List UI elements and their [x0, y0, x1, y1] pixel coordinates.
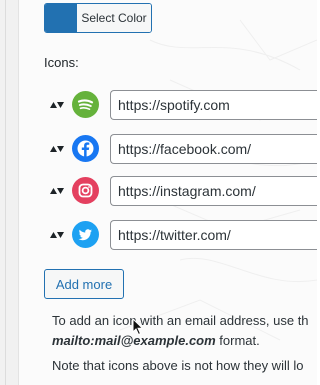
- select-color-label: Select Color: [76, 4, 151, 32]
- icon-row-facebook: [50, 134, 317, 165]
- sort-handle-icon[interactable]: [50, 231, 64, 239]
- facebook-icon: [72, 135, 99, 162]
- sort-handle-icon[interactable]: [50, 145, 64, 153]
- icons-heading: Icons:: [44, 55, 79, 70]
- add-more-button[interactable]: Add more: [44, 269, 124, 299]
- spotify-icon: [72, 91, 99, 118]
- spotify-url-input[interactable]: [110, 90, 317, 120]
- sort-handle-icon[interactable]: [50, 187, 64, 195]
- help-text-format-suffix: format.: [215, 333, 260, 348]
- twitter-icon: [72, 221, 99, 248]
- facebook-url-input[interactable]: [110, 134, 317, 164]
- instagram-url-input[interactable]: [110, 176, 317, 206]
- color-swatch: [45, 4, 76, 32]
- icon-row-instagram: [50, 176, 317, 207]
- sidebar-divider: [5, 0, 6, 385]
- mouse-cursor-icon: [132, 318, 144, 336]
- twitter-url-input[interactable]: [110, 220, 317, 250]
- help-text-line1: To add an icon with an email address, us…: [52, 313, 309, 328]
- help-text-note: Note that icons above is not how they wi…: [52, 358, 304, 373]
- icon-row-spotify: [50, 90, 317, 121]
- sidebar-edge: [0, 0, 19, 385]
- sort-handle-icon[interactable]: [50, 101, 64, 109]
- widget-settings-panel: Select Color Icons: https://spotify.com …: [0, 0, 317, 385]
- select-color-button[interactable]: Select Color: [44, 3, 152, 33]
- instagram-icon: [72, 177, 99, 204]
- icon-row-twitter: [50, 220, 317, 251]
- help-text-email: To add an icon with an email address, us…: [52, 311, 317, 351]
